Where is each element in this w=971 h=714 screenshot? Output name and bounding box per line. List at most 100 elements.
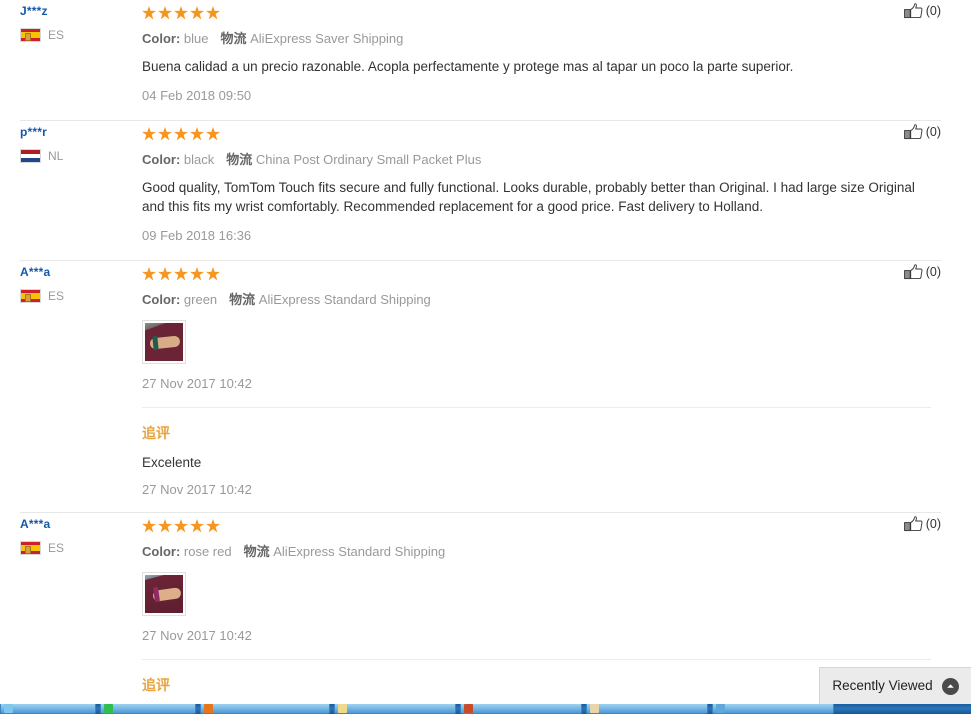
star-icon — [190, 267, 204, 281]
review-photo-list — [142, 320, 941, 364]
star-icon — [142, 6, 156, 20]
helpful-vote-button[interactable]: (0) — [903, 264, 941, 280]
review-body: A***a ES Color: green 物流 AliExpress Standar… — [20, 261, 941, 512]
additional-review-date: 27 Nov 2017 10:42 — [142, 482, 252, 497]
review-user-column: A***a ES — [20, 263, 142, 303]
review-star-rating — [142, 4, 941, 22]
color-label: Color: — [142, 152, 181, 167]
helpful-vote-button[interactable]: (0) — [903, 124, 941, 140]
review-photo-thumbnail[interactable] — [142, 572, 186, 616]
star-icon — [174, 267, 188, 281]
star-icon — [206, 127, 220, 141]
star-icon — [174, 6, 188, 20]
review-country: ES — [20, 541, 142, 555]
additional-review-divider — [142, 659, 931, 660]
star-icon — [158, 519, 172, 533]
review-content-column: Color: green 物流 AliExpress Standard Shipp… — [142, 263, 941, 498]
country-flag-icon — [20, 541, 41, 555]
color-value: rose red — [183, 544, 232, 559]
star-icon — [158, 6, 172, 20]
review-user-column: J***z ES — [20, 2, 142, 42]
color-value: green — [183, 292, 218, 307]
chevron-up-icon[interactable] — [941, 677, 959, 695]
star-icon — [190, 6, 204, 20]
review-username[interactable]: p***r — [20, 124, 142, 140]
star-icon — [190, 127, 204, 141]
recently-viewed-widget[interactable]: Recently Viewed — [819, 667, 971, 705]
review-username[interactable]: J***z — [20, 3, 142, 19]
review-photo-thumbnail[interactable] — [142, 320, 186, 364]
logistics-label: 物流 — [229, 292, 256, 307]
taskbar-item-2[interactable] — [100, 704, 196, 714]
taskbar-item-5[interactable] — [460, 704, 582, 714]
helpful-count: (0) — [925, 4, 941, 18]
country-code-label: ES — [48, 28, 65, 42]
color-value: blue — [183, 31, 209, 46]
star-icon — [174, 519, 188, 533]
review-username[interactable]: A***a — [20, 516, 142, 532]
taskbar-item-6[interactable] — [586, 704, 708, 714]
additional-review-divider — [142, 407, 931, 408]
review-meta: Color: black 物流 China Post Ordinary Small… — [142, 151, 941, 168]
taskbar-item-icon — [464, 704, 473, 713]
review-date: 04 Feb 2018 09:50 — [142, 88, 252, 103]
logistics-label: 物流 — [243, 544, 270, 559]
logistics-value: China Post Ordinary Small Packet Plus — [255, 152, 482, 167]
review-country: ES — [20, 28, 142, 42]
review-user-column: A***a ES — [20, 515, 142, 555]
country-code-label: ES — [48, 541, 65, 555]
star-icon — [142, 127, 156, 141]
additional-review-text: Excelente — [142, 455, 202, 470]
review-meta: Color: blue 物流 AliExpress Saver Shipping — [142, 30, 941, 47]
color-label: Color: — [142, 544, 181, 559]
review-list: J***z ES Color: blue 物流 AliExpress Saver Sh… — [0, 0, 971, 714]
review-photo-list — [142, 572, 941, 616]
review-date: 09 Feb 2018 16:36 — [142, 228, 252, 243]
taskbar-item-3[interactable] — [200, 704, 330, 714]
logistics-value: AliExpress Saver Shipping — [250, 31, 404, 46]
review-body: J***z ES Color: blue 物流 AliExpress Saver Sh… — [20, 0, 941, 120]
review-country: ES — [20, 289, 142, 303]
country-code-label: NL — [48, 149, 64, 163]
review-meta: Color: green 物流 AliExpress Standard Shipp… — [142, 291, 941, 308]
review-content-column: Color: black 物流 China Post Ordinary Small… — [142, 123, 941, 244]
star-icon — [206, 519, 220, 533]
logistics-value: AliExpress Standard Shipping — [258, 292, 431, 307]
review-username[interactable]: A***a — [20, 264, 142, 280]
helpful-count: (0) — [925, 517, 941, 531]
logistics-value: AliExpress Standard Shipping — [273, 544, 446, 559]
review-content-column: Color: blue 物流 AliExpress Saver Shipping B… — [142, 2, 941, 104]
recently-viewed-label: Recently Viewed — [832, 678, 933, 693]
star-icon — [142, 519, 156, 533]
color-value: black — [183, 152, 215, 167]
review-photo-image — [145, 323, 183, 361]
review-user-column: p***r NL — [20, 123, 142, 163]
review-meta: Color: rose red 物流 AliExpress Standard Sh… — [142, 543, 941, 560]
review-date: 27 Nov 2017 10:42 — [142, 376, 252, 391]
logistics-label: 物流 — [220, 31, 247, 46]
helpful-vote-button[interactable]: (0) — [903, 3, 941, 19]
review-star-rating — [142, 125, 941, 143]
review-text: Good quality, TomTom Touch fits secure a… — [142, 180, 915, 214]
taskbar-item-7[interactable] — [712, 704, 834, 714]
country-code-label: ES — [48, 289, 65, 303]
star-icon — [158, 127, 172, 141]
star-icon — [158, 267, 172, 281]
taskbar-item-icon — [716, 704, 725, 713]
review-body: A***a ES Color: rose red 物流 AliExpress Stan… — [20, 513, 941, 714]
taskbar-item-icon — [104, 704, 113, 713]
feedback-page: J***z ES Color: blue 物流 AliExpress Saver Sh… — [0, 0, 971, 714]
review-photo-image — [145, 575, 183, 613]
helpful-vote-button[interactable]: (0) — [903, 516, 941, 532]
country-flag-icon — [20, 28, 41, 42]
os-taskbar[interactable] — [0, 704, 971, 714]
taskbar-item-icon — [4, 704, 13, 713]
taskbar-item-1[interactable] — [0, 704, 96, 714]
review-item: A***a ES Color: green 物流 AliExpress Standar… — [0, 261, 971, 512]
taskbar-item-4[interactable] — [334, 704, 456, 714]
star-icon — [206, 6, 220, 20]
review-star-rating — [142, 517, 941, 535]
helpful-count: (0) — [925, 265, 941, 279]
review-text: Buena calidad a un precio razonable. Aco… — [142, 59, 794, 74]
review-body: p***r NL Color: black 物流 China Post Ordinar… — [20, 121, 941, 260]
